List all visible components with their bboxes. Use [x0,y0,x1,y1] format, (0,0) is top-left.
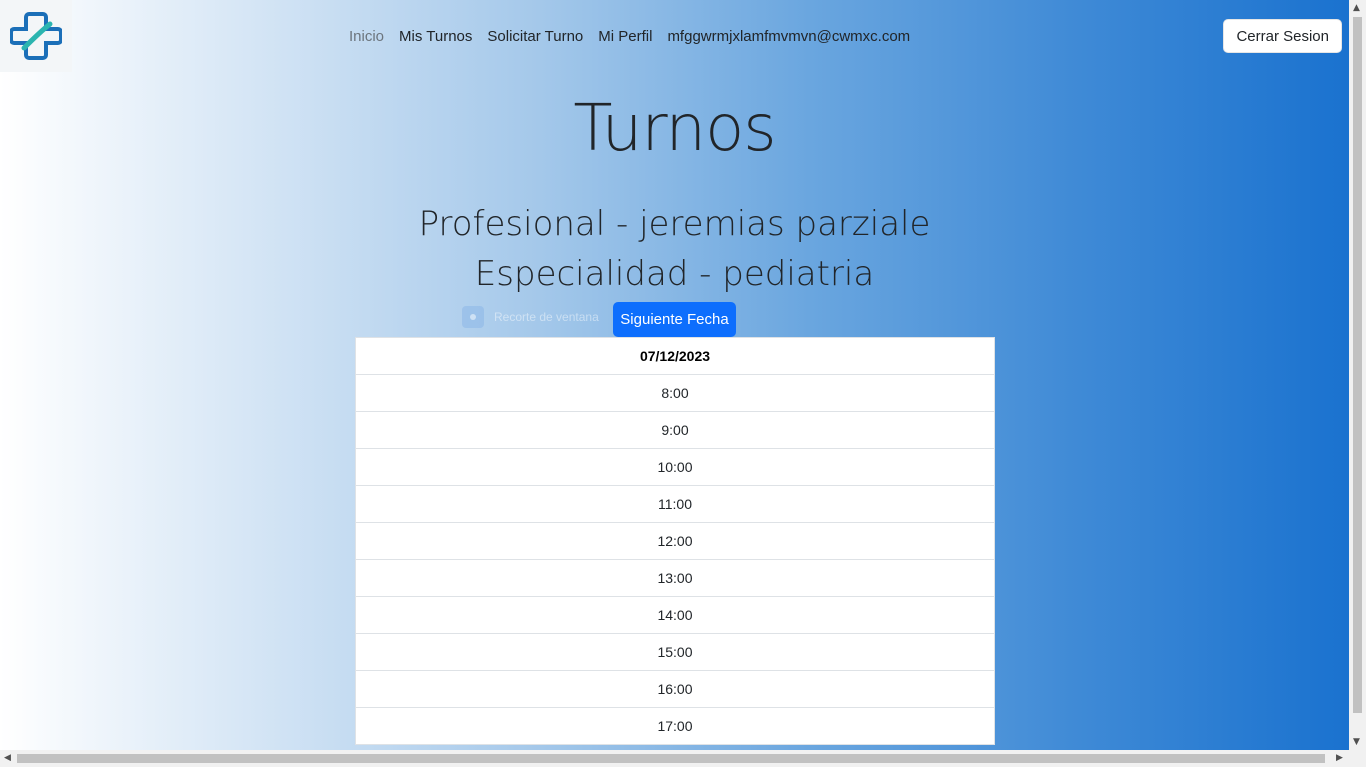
time-slot[interactable]: 17:00 [356,708,994,744]
page-title: Turnos [573,92,776,166]
scroll-up-icon[interactable]: ▲ [1353,3,1360,14]
horizontal-scroll-thumb[interactable] [17,754,1325,763]
schedule-date-header: 07/12/2023 [356,338,994,375]
nav-mi-perfil[interactable]: Mi Perfil [598,28,652,45]
nav-inicio[interactable]: Inicio [349,28,384,45]
schedule-table: 07/12/2023 8:00 9:00 10:00 11:00 12:00 1… [355,337,995,745]
scroll-down-icon[interactable]: ▼ [1353,737,1360,748]
time-slot[interactable]: 10:00 [356,449,994,486]
time-slot[interactable]: 8:00 [356,375,994,412]
nav-mis-turnos[interactable]: Mis Turnos [399,28,472,45]
time-slot[interactable]: 16:00 [356,671,994,708]
scroll-right-icon[interactable]: ▶ [1336,753,1343,764]
next-date-button[interactable]: Siguiente Fecha [613,302,736,337]
specialty-heading: Especialidad - pediatria [474,254,875,294]
time-slot[interactable]: 11:00 [356,486,994,523]
snip-label: Recorte de ventana [494,310,599,324]
page-background: Inicio Mis Turnos Solicitar Turno Mi Per… [0,0,1349,750]
window-snip-overlay: Recorte de ventana [462,306,599,328]
logout-button[interactable]: Cerrar Sesion [1223,19,1342,53]
time-slot[interactable]: 15:00 [356,634,994,671]
app-logo[interactable] [0,0,72,72]
snip-icon [462,306,484,328]
main-nav: Inicio Mis Turnos Solicitar Turno Mi Per… [349,25,925,47]
horizontal-scrollbar[interactable]: ◀ ▶ [0,750,1349,767]
medical-cross-icon [10,12,62,60]
scroll-left-icon[interactable]: ◀ [4,753,11,764]
nav-solicitar-turno[interactable]: Solicitar Turno [487,28,583,45]
time-slot[interactable]: 9:00 [356,412,994,449]
vertical-scroll-thumb[interactable] [1353,17,1362,713]
nav-user-email[interactable]: mfggwrmjxlamfmvmvn@cwmxc.com [667,28,910,45]
time-slot[interactable]: 13:00 [356,560,994,597]
vertical-scrollbar[interactable]: ▲ ▼ [1349,0,1366,767]
time-slot[interactable]: 12:00 [356,523,994,560]
professional-heading: Profesional - jeremias parziale [418,204,931,244]
time-slot[interactable]: 14:00 [356,597,994,634]
